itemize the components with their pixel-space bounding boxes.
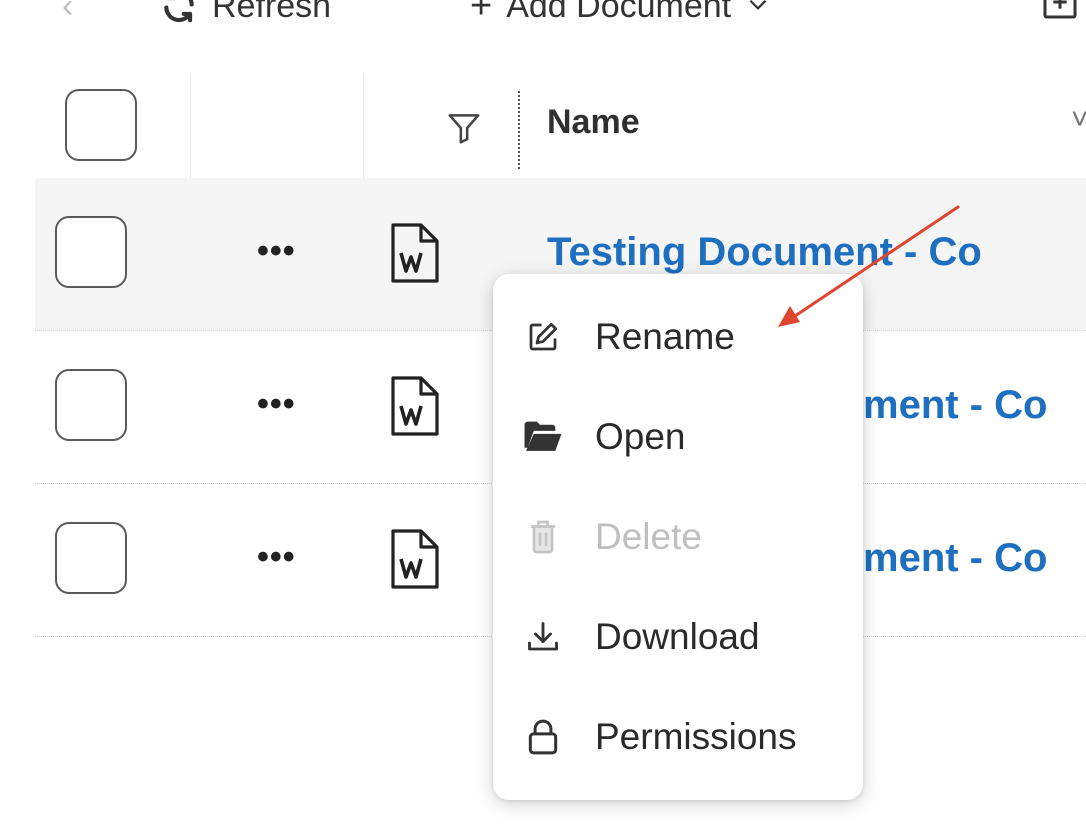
refresh-label: Refresh [212,0,332,25]
new-folder-icon [1040,0,1080,31]
row-checkbox[interactable] [55,522,127,594]
menu-item-label: Rename [595,316,735,357]
word-document-icon [387,527,443,598]
edit-icon [523,317,563,357]
menu-item-download[interactable]: Download [493,592,863,682]
menu-item-delete[interactable]: Delete [493,492,863,582]
menu-item-label: Open [595,416,686,457]
menu-item-label: Delete [595,516,702,557]
more-actions-button[interactable]: ••• [257,385,296,424]
word-document-icon [387,221,443,292]
chevron-down-icon [745,0,771,26]
document-name-link[interactable]: ment - Co [863,383,1047,428]
more-actions-button[interactable]: ••• [257,538,296,577]
toolbar: ‹ Refresh + Add Document [0,0,1086,42]
menu-item-permissions[interactable]: Permissions [493,692,863,782]
column-header-name[interactable]: Name [547,103,640,142]
refresh-button[interactable]: Refresh [160,0,331,42]
add-document-label: Add Document [506,0,732,25]
lock-icon [523,717,563,757]
menu-item-label: Permissions [595,716,797,757]
document-name-link[interactable]: Testing Document - Co [547,230,982,275]
grid-header: Name ˅ [35,75,1086,179]
word-document-icon [387,374,443,445]
download-icon [523,617,563,657]
filter-icon[interactable]: ˅ [1071,103,1086,137]
chevron-left-icon: ‹ [62,0,74,25]
column-divider [363,75,364,178]
plus-icon: + [470,0,493,27]
grid-left-gutter [0,0,35,825]
menu-item-open[interactable]: Open [493,392,863,482]
menu-item-label: Download [595,616,760,657]
column-divider [190,75,191,178]
back-button[interactable]: ‹ [62,0,73,42]
context-menu: Rename Open Delete Download Permissions [493,274,863,800]
add-document-button[interactable]: + Add Document [470,0,771,42]
document-name-link[interactable]: ment - Co [863,536,1047,581]
filter-icon[interactable] [445,109,483,152]
select-all-checkbox[interactable] [65,89,137,161]
column-resize-handle[interactable] [518,91,520,169]
menu-item-rename[interactable]: Rename [493,292,863,382]
more-actions-button[interactable]: ••• [257,232,296,271]
folder-open-icon [523,417,563,457]
new-folder-button[interactable] [1040,0,1080,42]
row-checkbox[interactable] [55,216,127,288]
trash-icon [523,517,563,557]
row-checkbox[interactable] [55,369,127,441]
refresh-icon [160,0,198,25]
